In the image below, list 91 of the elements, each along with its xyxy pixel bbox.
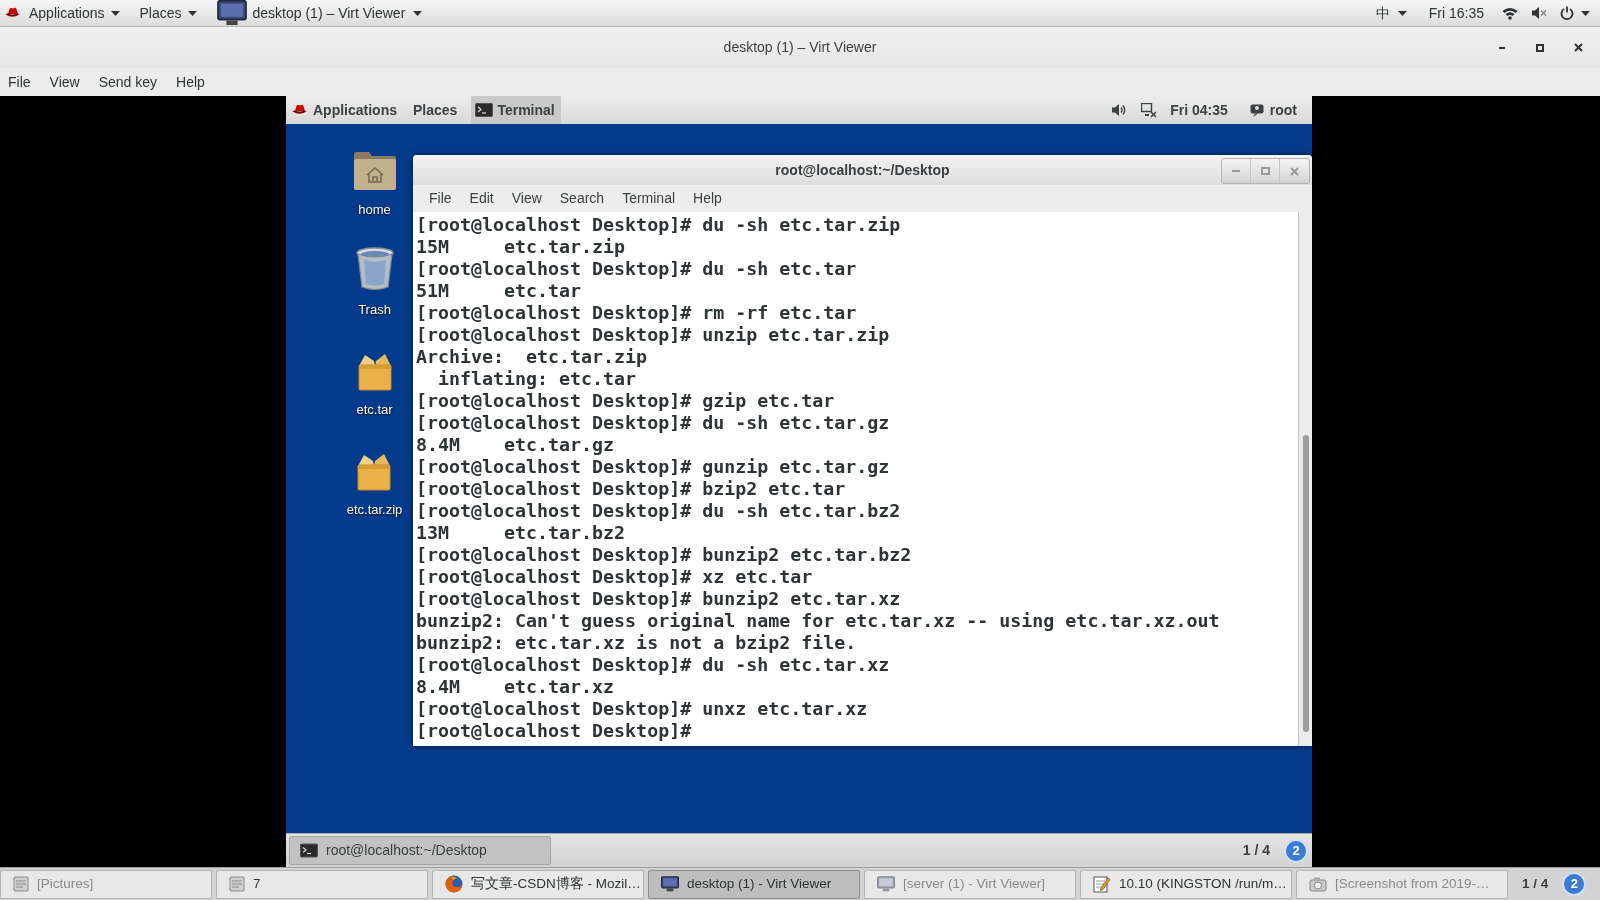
window-menu[interactable]: desktop (1) – Virt Viewer (252, 2, 423, 24)
menu-item[interactable]: Help (693, 188, 722, 209)
window-icon (229, 876, 245, 892)
menu-item[interactable]: View (49, 71, 80, 93)
menu-item[interactable]: Terminal (622, 188, 676, 209)
terminal-line: 8.4M etc.tar.xz (416, 676, 615, 698)
task-button[interactable]: root@localhost:~/Desktop (289, 836, 551, 865)
menu-item[interactable]: View (511, 188, 542, 209)
close-icon (1573, 43, 1583, 52)
menu-item[interactable]: File (8, 71, 31, 93)
applications-menu[interactable]: Applications (313, 99, 397, 121)
terminal-line: inflating: etc.tar (437, 368, 637, 390)
taskbar-button[interactable]: 7 (216, 869, 428, 899)
taskbar-button[interactable]: 10.10 (KINGSTON /run/m… (1080, 869, 1292, 899)
terminal-line: [root@localhost Desktop]# du -sh etc.tar.bz2 (416, 500, 901, 522)
terminal-line: [root@localhost Desktop]# xz etc.tar (416, 566, 813, 588)
network-icon[interactable] (1141, 102, 1158, 118)
system-menu[interactable] (1560, 6, 1590, 20)
minimize-icon (1499, 46, 1505, 49)
window-title: desktop (1) – Virt Viewer (723, 38, 877, 57)
terminal-line: [root@localhost Desktop]# du -sh etc.tar.zip (416, 214, 901, 236)
hat-icon (292, 103, 307, 117)
hat-icon (5, 6, 20, 20)
terminal-line: [root@localhost Desktop]# unxz etc.tar.xz (416, 698, 868, 720)
caret-icon (110, 10, 120, 16)
terminal-line: 8.4M etc.tar.gz (416, 434, 615, 456)
menu-item[interactable]: Search (559, 188, 605, 209)
trash-icon (354, 246, 395, 292)
terminal-line: [root@localhost Desktop]# du -sh etc.tar.gz (416, 412, 890, 434)
scrollbar-thumb[interactable] (1302, 435, 1309, 732)
user-menu[interactable]: root (1249, 99, 1297, 121)
input-method-menu[interactable]: 中 (1375, 2, 1407, 24)
muted-speaker-icon[interactable] (1531, 6, 1547, 20)
menu-item[interactable]: Edit (469, 188, 494, 209)
terminal-line: [root@localhost Desktop]# bunzip2 etc.tar.xz (416, 588, 901, 610)
clock[interactable]: Fri 16:35 (1428, 2, 1484, 24)
scrollbar[interactable] (1298, 212, 1312, 746)
terminal-line: Archive: etc.tar.zip (416, 346, 648, 368)
terminal-line: [root@localhost Desktop]# bzip2 etc.tar (416, 478, 846, 500)
terminal-line: [root@localhost Desktop]# gunzip etc.tar.gz (416, 456, 890, 478)
terminal-line: [root@localhost Desktop]# (416, 720, 692, 742)
user-icon (1249, 103, 1264, 117)
maximize-icon (1260, 167, 1270, 175)
terminal-line: [root@localhost Desktop]# du -sh etc.tar (416, 258, 857, 280)
menu-item[interactable]: File (429, 188, 452, 209)
power-icon (1560, 6, 1574, 20)
clock[interactable]: Fri 04:35 (1170, 99, 1228, 121)
box-icon (356, 352, 393, 392)
menu-item[interactable]: Help (176, 71, 205, 93)
maximize-icon (1536, 43, 1544, 52)
caret-icon (187, 10, 197, 16)
terminal-line: [root@localhost Desktop]# unzip etc.tar.zip (416, 324, 890, 346)
window-icon (13, 876, 29, 892)
places-menu[interactable]: Places (139, 2, 197, 24)
camera-icon (1309, 876, 1327, 892)
minimize-icon (1232, 170, 1240, 172)
workspace-indicator[interactable]: 1 / 4 (1522, 873, 1549, 895)
terminal-line: bunzip2: Can't guess original name for etc.tar.xz -- using etc.tar.xz.out (416, 610, 1220, 632)
notification-badge[interactable]: 2 (1284, 838, 1308, 863)
taskbar-button[interactable]: 写文章-CSDN博客 - Mozil… (432, 869, 644, 899)
terminal-line: 13M etc.tar.bz2 (416, 522, 626, 544)
menu-item[interactable]: Send key (98, 71, 158, 93)
caret-icon (1397, 10, 1407, 16)
wifi-icon[interactable] (1502, 6, 1518, 20)
places-menu[interactable]: Places (413, 99, 458, 121)
terminal-line: 51M etc.tar (416, 280, 582, 302)
globe-icon (445, 875, 463, 893)
terminal-line: 15M etc.tar.zip (416, 236, 626, 258)
caret-icon (413, 10, 423, 16)
workspace-indicator[interactable]: 1 / 4 (1242, 840, 1270, 861)
monitor-icon (877, 876, 895, 892)
terminal-title: root@localhost:~/Desktop (775, 160, 950, 180)
notification-badge[interactable]: 2 (1562, 872, 1587, 896)
home-folder-icon (351, 150, 398, 192)
close-icon (1290, 166, 1299, 176)
terminal-icon (475, 103, 494, 117)
caret-icon (1581, 10, 1590, 16)
terminal-line: [root@localhost Desktop]# gzip etc.tar (416, 390, 835, 412)
speaker-icon[interactable] (1111, 103, 1128, 117)
terminal-icon (300, 843, 318, 858)
terminal-line: [root@localhost Desktop]# bunzip2 etc.tar.bz2 (416, 544, 912, 566)
monitor-icon (216, 0, 247, 26)
monitor-icon (661, 876, 679, 892)
box-icon (356, 452, 393, 492)
terminal-line: bunzip2: etc.tar.xz is not a bzip2 file. (416, 632, 857, 654)
terminal-line: [root@localhost Desktop]# rm -rf etc.tar (416, 302, 857, 324)
applications-menu[interactable]: Applications (29, 2, 120, 24)
taskbar-button[interactable]: desktop (1) - Virt Viewer (648, 869, 860, 899)
terminal-line: [root@localhost Desktop]# du -sh etc.tar.xz (416, 654, 890, 676)
notepad-icon (1093, 875, 1111, 893)
terminal-task-button[interactable]: Terminal (471, 96, 561, 124)
